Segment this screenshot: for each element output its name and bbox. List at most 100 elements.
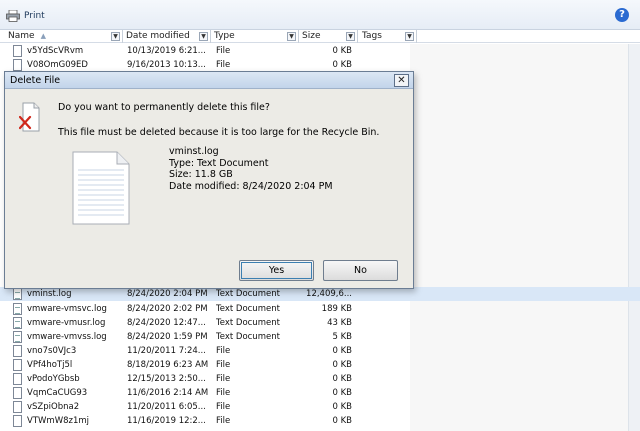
help-icon[interactable]: ? [615,8,629,22]
file-date: 8/24/2020 12:47... [127,318,206,328]
table-row-selected[interactable]: vminst.log 8/24/2020 2:04 PM Text Docume… [0,287,640,301]
file-type: Text Document [216,304,280,314]
column-tags-label: Tags [362,31,382,41]
dialog-question: Do you want to permanently delete this f… [58,102,270,113]
file-name: vno7s0VJc3 [27,346,77,356]
file-date: 9/16/2013 10:13... [127,60,206,70]
file-icon [13,373,22,385]
file-date: 10/13/2019 6:21... [127,46,206,56]
table-row[interactable]: VqmCaCUG93 11/6/2016 2:14 AM File 0 KB [0,386,640,400]
file-date: 8/24/2020 1:59 PM [127,332,208,342]
file-size: 0 KB [332,416,352,426]
printer-icon [6,10,20,22]
file-name: v5YdScVRvm [27,46,84,56]
file-name: vSZpiObna2 [27,402,80,412]
file-size: 0 KB [332,346,352,356]
sort-ascending-icon: ▲ [40,32,46,40]
text-document-icon [72,151,130,225]
chevron-down-icon[interactable]: ▼ [405,32,414,41]
file-type: File [216,46,231,56]
chevron-down-icon[interactable]: ▼ [111,32,120,41]
file-name: vminst.log [27,289,72,299]
file-date: 8/18/2019 6:23 AM [127,360,209,370]
dialog-reason: This file must be deleted because it is … [58,127,380,138]
file-icon [13,415,22,427]
table-row[interactable]: vmware-vmvss.log 8/24/2020 1:59 PM Text … [0,330,640,344]
no-button[interactable]: No [323,260,398,281]
table-row[interactable]: V08OmG09ED 9/16/2013 10:13... File 0 KB [0,58,640,72]
print-button[interactable]: Print [6,8,45,24]
file-date: 11/6/2016 2:14 AM [127,388,209,398]
column-date-label: Date modified [126,31,190,41]
file-icon [13,387,22,399]
file-date: 11/16/2019 12:2... [127,416,206,426]
file-name: vmware-vmvss.log [27,332,107,342]
file-date: 12/15/2013 2:50... [127,374,206,384]
close-icon: ✕ [397,75,406,86]
column-headers: Name ▲ ▼ Date modified ▼ Type ▼ Size ▼ Ta… [0,30,640,43]
file-name: vmware-vmusr.log [27,318,106,328]
chevron-down-icon[interactable]: ▼ [199,32,208,41]
file-icon [13,345,22,357]
column-header-name[interactable]: Name ▲ ▼ [5,30,123,43]
file-icon [13,401,22,413]
detail-file-type: Type: Text Document [169,157,269,169]
file-type: File [216,346,231,356]
file-type: File [216,374,231,384]
file-name: vPodoYGbsb [27,374,80,384]
column-size-label: Size [302,31,321,41]
column-type-label: Type [214,31,235,41]
file-type: File [216,388,231,398]
column-name-label: Name [8,31,35,41]
table-row[interactable]: vno7s0VJc3 11/20/2011 7:24... File 0 KB [0,344,640,358]
table-row[interactable]: vPodoYGbsb 12/15/2013 2:50... File 0 KB [0,372,640,386]
chevron-down-icon[interactable]: ▼ [287,32,296,41]
table-row[interactable]: vmware-vmsvc.log 8/24/2020 2:02 PM Text … [0,302,640,316]
file-name: VTWmW8z1mj [27,416,90,426]
text-file-icon [13,331,22,343]
file-size: 0 KB [332,46,352,56]
table-row[interactable]: v5YdScVRvm 10/13/2019 6:21... File 0 KB [0,44,640,58]
file-date: 11/20/2011 7:24... [127,346,206,356]
table-row[interactable]: vmware-vmusr.log 8/24/2020 12:47... Text… [0,316,640,330]
print-label: Print [24,11,45,21]
detail-file-name: vminst.log [169,146,219,157]
column-header-type[interactable]: Type ▼ [211,30,299,43]
table-row[interactable]: VTWmW8z1mj 11/16/2019 12:2... File 0 KB [0,414,640,428]
column-header-size[interactable]: Size ▼ [299,30,358,43]
file-icon [13,359,22,371]
detail-file-date: Date modified: 8/24/2020 2:04 PM [169,180,333,192]
dialog-title-bar[interactable]: Delete File ✕ [5,72,413,89]
chevron-down-icon[interactable]: ▼ [346,32,355,41]
file-size: 0 KB [332,388,352,398]
file-type: File [216,416,231,426]
file-size: 0 KB [332,402,352,412]
command-bar: Print ? [0,0,640,30]
file-type: Text Document [216,332,280,342]
file-size: 43 KB [327,318,352,328]
file-name: VqmCaCUG93 [27,388,88,398]
file-type: Text Document [216,318,280,328]
file-details: vminst.log Type: Text Document Size: 11.… [169,146,333,192]
file-size: 0 KB [332,374,352,384]
detail-file-size: Size: 11.8 GB [169,169,233,180]
column-header-date[interactable]: Date modified ▼ [123,30,211,43]
permanent-delete-icon [19,102,40,132]
file-name: VPf4hoTj5l [27,360,73,370]
file-type: File [216,402,231,412]
text-file-icon [13,317,22,329]
file-size: 0 KB [332,360,352,370]
table-row[interactable]: vSZpiObna2 11/20/2011 6:05... File 0 KB [0,400,640,414]
table-row[interactable]: VPf4hoTj5l 8/18/2019 6:23 AM File 0 KB [0,358,640,372]
file-date: 8/24/2020 2:02 PM [127,304,208,314]
file-type: File [216,360,231,370]
delete-file-dialog: Delete File ✕ Do you want to permanently… [4,71,414,289]
text-file-icon [13,288,22,300]
column-header-tags[interactable]: Tags ▼ [359,30,417,43]
yes-button[interactable]: Yes [239,260,314,281]
file-size: 12,409,6... [306,289,352,299]
close-button[interactable]: ✕ [394,74,409,87]
file-icon [13,45,22,57]
file-name: V08OmG09ED [27,60,88,70]
file-size: 189 KB [321,304,352,314]
